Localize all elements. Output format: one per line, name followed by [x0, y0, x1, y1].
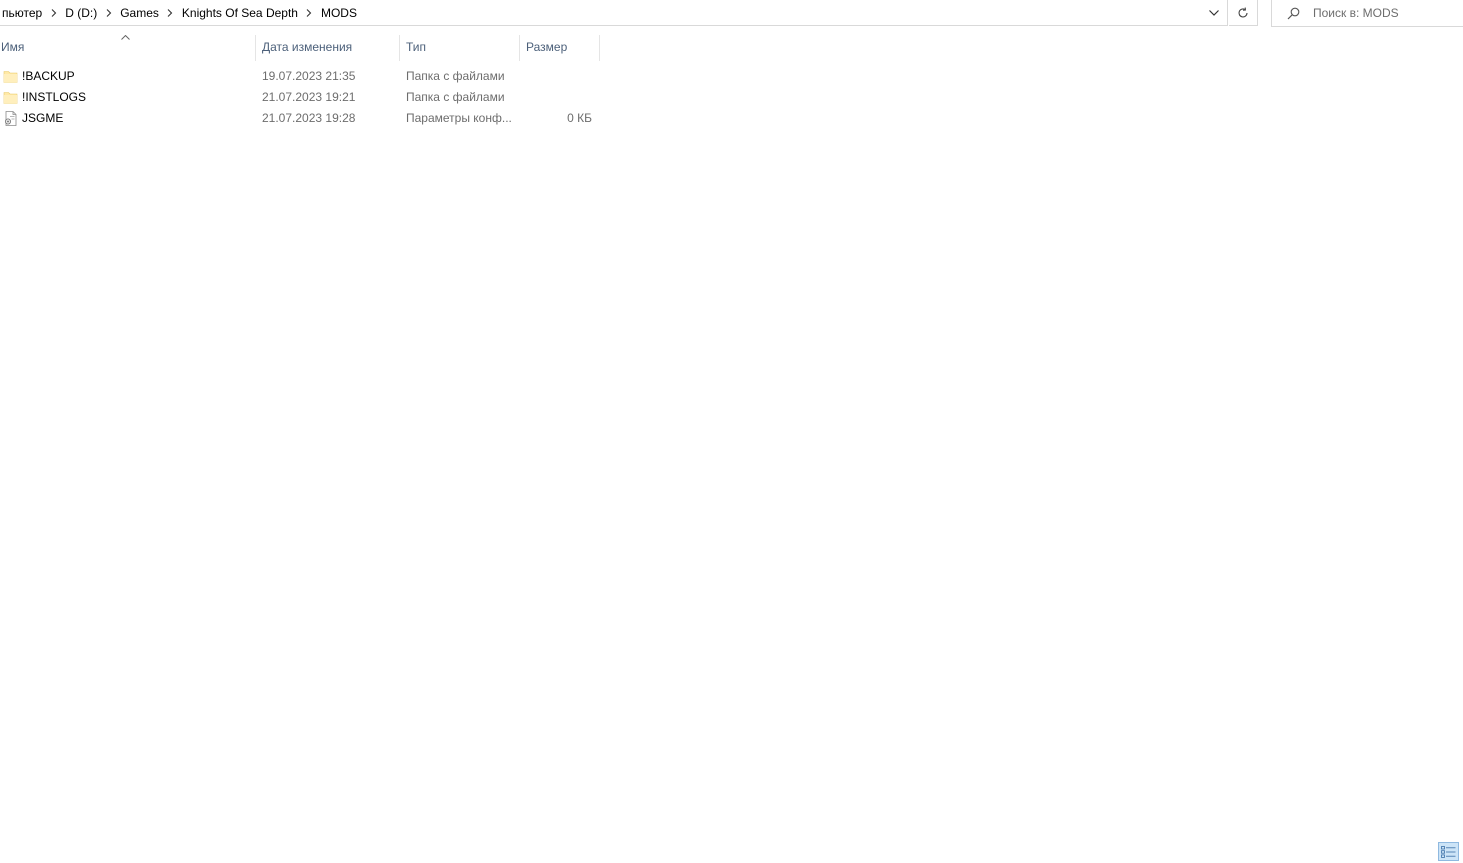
column-header-name-label: Имя: [1, 40, 25, 54]
folder-icon: [3, 71, 18, 83]
chevron-right-icon[interactable]: [99, 0, 118, 26]
chevron-right-icon[interactable]: [44, 0, 63, 26]
search-input[interactable]: Поиск в: MODS: [1271, 0, 1463, 27]
breadcrumb-item-games[interactable]: Games: [118, 6, 161, 20]
list-item[interactable]: !BACKUP 19.07.2023 21:35 Папка с файлами: [0, 66, 600, 87]
file-size: 0 КБ: [567, 111, 592, 125]
column-header-name[interactable]: Имя: [1, 33, 255, 61]
file-size: [520, 87, 592, 108]
column-header-row: Имя Дата изменения Тип Размер: [0, 33, 600, 61]
column-divider[interactable]: [399, 35, 400, 61]
folder-icon: [3, 92, 18, 104]
column-header-type-label: Тип: [406, 40, 427, 54]
column-header-type[interactable]: Тип: [406, 33, 519, 61]
search-placeholder: Поиск в: MODS: [1313, 6, 1399, 20]
search-icon: [1286, 6, 1300, 20]
config-file-icon: [5, 111, 17, 126]
column-divider[interactable]: [519, 35, 520, 61]
list-item[interactable]: JSGME 21.07.2023 19:28 Параметры конф...…: [0, 108, 600, 129]
breadcrumb-item-computer[interactable]: пьютер: [0, 6, 44, 20]
chevron-right-icon[interactable]: [300, 0, 319, 26]
file-date: 21.07.2023 19:28: [262, 111, 356, 125]
column-header-size-label: Размер: [526, 40, 568, 54]
file-date: 21.07.2023 19:21: [262, 90, 356, 104]
chevron-right-icon[interactable]: [161, 0, 180, 26]
file-name: JSGME: [22, 111, 64, 125]
address-history-dropdown[interactable]: [1201, 0, 1227, 26]
details-view-icon: [1441, 845, 1456, 858]
list-item[interactable]: !INSTLOGS 21.07.2023 19:21 Папка с файла…: [0, 87, 600, 108]
file-type: Папка с файлами: [406, 69, 505, 83]
column-header-date[interactable]: Дата изменения: [262, 33, 399, 61]
file-list: !BACKUP 19.07.2023 21:35 Папка с файлами…: [0, 66, 600, 129]
file-name: !INSTLOGS: [22, 90, 87, 104]
breadcrumb: пьютер D (D:) Games Knights Of Sea Depth…: [0, 0, 359, 26]
address-field[interactable]: пьютер D (D:) Games Knights Of Sea Depth…: [0, 0, 1228, 26]
column-divider[interactable]: [255, 35, 256, 61]
refresh-icon: [1238, 7, 1248, 17]
file-date: 19.07.2023 21:35: [262, 69, 356, 83]
breadcrumb-item-game-folder[interactable]: Knights Of Sea Depth: [180, 6, 300, 20]
breadcrumb-item-current[interactable]: MODS: [319, 6, 359, 20]
file-type: Папка с файлами: [406, 90, 505, 104]
column-header-size[interactable]: Размер: [526, 33, 599, 61]
chevron-down-icon: [1209, 10, 1219, 16]
details-view-button[interactable]: [1438, 842, 1459, 861]
file-type: Параметры конф...: [406, 111, 512, 125]
refresh-button[interactable]: [1229, 0, 1258, 26]
column-header-date-label: Дата изменения: [262, 40, 353, 54]
file-size: [520, 66, 592, 87]
file-name: !BACKUP: [22, 69, 75, 83]
breadcrumb-item-drive[interactable]: D (D:): [63, 6, 99, 20]
address-bar: пьютер D (D:) Games Knights Of Sea Depth…: [0, 0, 1463, 27]
column-divider[interactable]: [599, 35, 600, 61]
